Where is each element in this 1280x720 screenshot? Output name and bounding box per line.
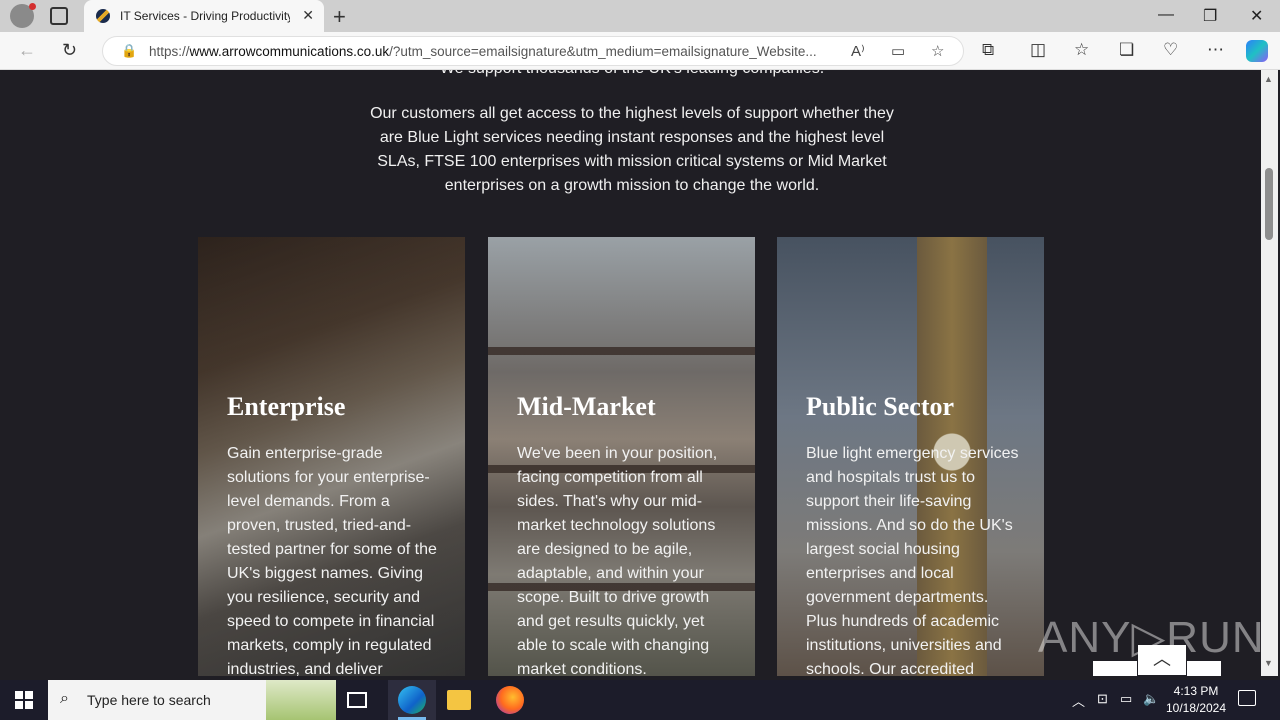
scroll-down-icon[interactable]: ▼ bbox=[1264, 658, 1273, 668]
intro-heading-text: We support thousands of the UK's leading… bbox=[4, 70, 1260, 78]
more-icon[interactable]: ⋯ bbox=[1207, 40, 1224, 60]
star-icon[interactable]: ☆ bbox=[931, 42, 944, 60]
favorites-icon[interactable]: ☆ bbox=[1074, 40, 1089, 60]
scrollbar-thumb[interactable] bbox=[1265, 168, 1273, 240]
browser-tab-bar: IT Services - Driving Productivity ✕ + —… bbox=[0, 0, 1280, 32]
display-icon[interactable]: ▭ bbox=[1120, 691, 1132, 707]
url-text[interactable]: https://www.arrowcommunications.co.uk/?u… bbox=[149, 44, 849, 59]
window-close-button[interactable]: ✕ bbox=[1250, 6, 1263, 26]
windows-taskbar: ⌕ Type here to search ︿ ⊡ ▭ 🔈 4:13 PM 10… bbox=[0, 680, 1280, 720]
browser-tab-active[interactable]: IT Services - Driving Productivity ✕ bbox=[84, 0, 324, 32]
card-text: Blue light emergency services and hospit… bbox=[806, 445, 1019, 676]
page-widget[interactable] bbox=[1093, 661, 1137, 676]
show-hidden-icons-icon[interactable]: ︿ bbox=[1072, 691, 1085, 710]
scroll-up-icon[interactable]: ▲ bbox=[1264, 74, 1273, 84]
edge-browser-icon[interactable] bbox=[398, 686, 426, 714]
card-enterprise[interactable]: Enterprise Gain enterprise-grade solutio… bbox=[198, 237, 465, 676]
copilot-icon[interactable] bbox=[1246, 40, 1268, 62]
address-bar[interactable]: 🔒 https://www.arrowcommunications.co.uk/… bbox=[102, 36, 964, 66]
search-icon: ⌕ bbox=[60, 690, 69, 707]
clock-date: 10/18/2024 bbox=[1165, 701, 1227, 715]
immersive-reader-icon[interactable]: ▭ bbox=[891, 42, 905, 60]
refresh-icon[interactable]: ↻ bbox=[62, 40, 77, 61]
file-explorer-icon[interactable] bbox=[447, 690, 471, 710]
page-widget[interactable] bbox=[1187, 661, 1221, 676]
notifications-icon[interactable] bbox=[1238, 690, 1256, 706]
network-icon[interactable]: ⊡ bbox=[1097, 691, 1108, 707]
minimize-button[interactable]: — bbox=[1158, 6, 1174, 24]
search-highlight-image bbox=[266, 680, 336, 720]
windows-start-icon[interactable] bbox=[15, 691, 33, 709]
card-mid-market[interactable]: Mid-Market We've been in your position, … bbox=[488, 237, 755, 676]
tab-actions-icon[interactable] bbox=[50, 7, 68, 25]
new-tab-button[interactable]: + bbox=[333, 4, 346, 30]
extensions-icon[interactable]: ⧉ bbox=[982, 40, 994, 60]
taskbar-search-box[interactable]: ⌕ Type here to search bbox=[48, 680, 336, 720]
page-scrollbar[interactable]: ▲ ▼ bbox=[1261, 70, 1278, 676]
card-title: Mid-Market bbox=[517, 392, 656, 421]
back-to-top-button[interactable]: ︿ bbox=[1138, 645, 1186, 675]
browser-essentials-icon[interactable]: ♡ bbox=[1163, 40, 1178, 60]
search-placeholder: Type here to search bbox=[87, 692, 211, 708]
web-page: We support thousands of the UK's leading… bbox=[4, 70, 1260, 676]
task-view-icon[interactable] bbox=[347, 692, 367, 708]
clock-time: 4:13 PM bbox=[1173, 684, 1219, 698]
card-title: Public Sector bbox=[806, 392, 955, 421]
read-aloud-icon[interactable]: A⁾ bbox=[851, 42, 865, 60]
tab-close-icon[interactable]: ✕ bbox=[302, 7, 314, 24]
site-favicon-icon bbox=[96, 9, 110, 23]
tab-title: IT Services - Driving Productivity bbox=[120, 9, 290, 23]
split-screen-icon[interactable]: ◫ bbox=[1030, 40, 1046, 60]
restore-button[interactable]: ❐ bbox=[1203, 6, 1217, 26]
card-title: Enterprise bbox=[227, 392, 346, 421]
card-text: We've been in your position, facing comp… bbox=[517, 445, 718, 676]
collections-icon[interactable]: ❏ bbox=[1119, 40, 1134, 60]
system-clock[interactable]: 4:13 PM 10/18/2024 bbox=[1160, 683, 1232, 717]
volume-icon[interactable]: 🔈 bbox=[1143, 691, 1159, 707]
profile-avatar-icon[interactable] bbox=[10, 3, 36, 28]
lock-icon[interactable]: 🔒 bbox=[121, 43, 137, 59]
browser-toolbar: ← ↻ 🔒 https://www.arrowcommunications.co… bbox=[0, 32, 1280, 70]
card-text: Gain enterprise-grade solutions for your… bbox=[227, 445, 437, 676]
firefox-icon[interactable] bbox=[496, 686, 524, 714]
back-arrow-icon[interactable]: ← bbox=[18, 40, 36, 61]
intro-paragraph: Our customers all get access to the high… bbox=[370, 105, 894, 194]
card-public-sector[interactable]: Public Sector Blue light emergency servi… bbox=[777, 237, 1044, 676]
